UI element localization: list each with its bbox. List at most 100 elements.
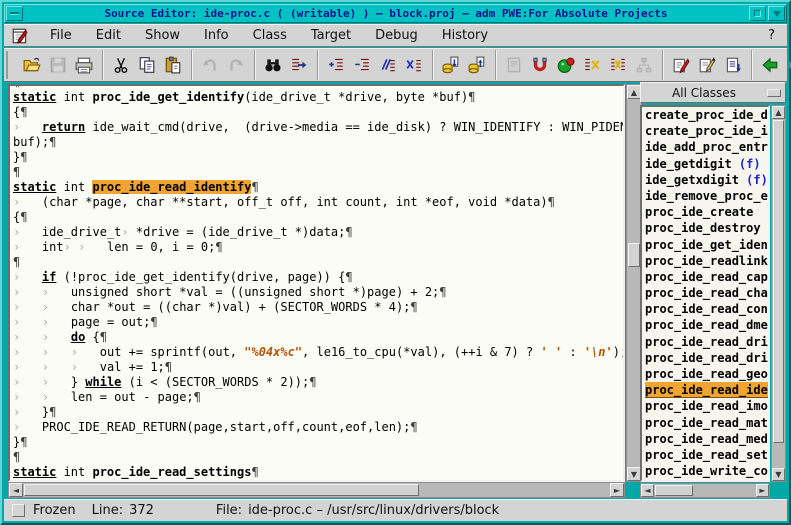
file-insert-down-button[interactable] xyxy=(438,52,464,78)
code-line: › }¶ xyxy=(13,405,623,420)
list-hscroll-thumb[interactable] xyxy=(655,485,693,496)
list-item[interactable]: proc_ide_write_co xyxy=(645,463,768,479)
code-line: › ide_drive_t› *drive = (ide_drive_t *)d… xyxy=(13,225,623,240)
merge-button[interactable] xyxy=(605,52,631,78)
indent-button[interactable] xyxy=(323,52,349,78)
list-item[interactable]: proc_ide_read_con xyxy=(645,301,768,317)
list-item[interactable]: proc_ide_read_mat xyxy=(645,415,768,431)
list-item[interactable]: proc_ide_read_dri xyxy=(645,350,768,366)
list-item-selected[interactable]: proc_ide_read_ide xyxy=(645,382,768,398)
cut-button[interactable] xyxy=(108,52,134,78)
list-item[interactable]: proc_ide_readlink xyxy=(645,253,768,269)
list-item[interactable]: proc_ide_read_cap xyxy=(645,269,768,285)
comment-button[interactable] xyxy=(375,52,401,78)
scroll-down-arrow[interactable]: ▼ xyxy=(627,467,641,481)
list-item[interactable]: proc_ide_destroy xyxy=(645,220,768,236)
maximize-button[interactable] xyxy=(749,6,766,21)
menu-history[interactable]: History xyxy=(430,26,500,45)
outdent-button[interactable] xyxy=(349,52,375,78)
list-item[interactable]: ide_getxdigit (f) xyxy=(645,172,768,188)
menu-edit[interactable]: Edit xyxy=(84,26,133,45)
list-item[interactable]: proc_ide_read_dme xyxy=(645,317,768,333)
list-scroll-left-arrow[interactable]: ◄ xyxy=(641,484,654,497)
find-button[interactable] xyxy=(260,52,286,78)
file-insert-up-button[interactable] xyxy=(464,52,490,78)
list-item[interactable]: proc_ide_write_dr xyxy=(645,479,768,482)
scroll-left-arrow[interactable]: ◄ xyxy=(9,483,23,497)
run-icon xyxy=(557,56,575,74)
help-menu[interactable]: ? xyxy=(756,26,787,45)
list-scroll-right-arrow[interactable]: ► xyxy=(756,484,769,497)
print-button[interactable] xyxy=(71,52,97,78)
menu-target[interactable]: Target xyxy=(299,26,363,45)
class-browser-panel: All Classes create_proc_ide_dcreate_proc… xyxy=(640,82,786,498)
toolbar-grip[interactable] xyxy=(6,51,8,79)
code-line: › › › val += 1;¶ xyxy=(13,360,623,375)
code-line: buf);¶ xyxy=(13,135,623,150)
copy-button[interactable] xyxy=(134,52,160,78)
magnet-button[interactable] xyxy=(527,52,553,78)
class-filter-header[interactable]: All Classes xyxy=(640,82,786,103)
list-item[interactable]: create_proc_ide_d xyxy=(645,107,768,123)
doc-export-button[interactable] xyxy=(720,52,746,78)
back-button[interactable] xyxy=(757,52,783,78)
list-horizontal-scrollbar[interactable]: ◄ ► xyxy=(640,483,770,498)
open-button[interactable] xyxy=(19,52,45,78)
shade-button[interactable] xyxy=(768,6,785,21)
scroll-up-arrow[interactable]: ▲ xyxy=(627,85,641,99)
list-item[interactable]: proc_ide_read_med xyxy=(645,431,768,447)
list-vscroll-thumb[interactable] xyxy=(773,120,784,443)
merge-icon xyxy=(609,56,627,74)
editor-vscroll-thumb[interactable] xyxy=(628,243,640,267)
list-item[interactable]: ide_add_proc_entr xyxy=(645,139,768,155)
list-item[interactable]: proc_ide_create xyxy=(645,204,768,220)
list-item[interactable]: proc_ide_get_iden xyxy=(645,237,768,253)
menu-show[interactable]: Show xyxy=(133,26,192,45)
class-list[interactable]: create_proc_ide_dcreate_proc_ide_iide_ad… xyxy=(640,105,770,482)
code-line: › › char *out = ((char *)val) + (SECTOR_… xyxy=(13,300,623,315)
list-scroll-up-arrow[interactable]: ▲ xyxy=(772,106,785,119)
compare-button[interactable] xyxy=(579,52,605,78)
window-menu-button[interactable] xyxy=(6,6,23,21)
code-line: › › page = out;¶ xyxy=(13,315,623,330)
list-vertical-scrollbar[interactable]: ▲ ▼ xyxy=(771,105,786,482)
run-button[interactable] xyxy=(553,52,579,78)
list-scroll-down-arrow[interactable]: ▼ xyxy=(772,468,785,481)
menu-items: FileEditShowInfoClassTargetDebugHistory xyxy=(38,28,500,43)
list-item[interactable]: proc_ide_read_geo xyxy=(645,366,768,382)
editor-horizontal-scrollbar[interactable]: ◄ ► xyxy=(8,482,625,498)
find-icon xyxy=(264,56,282,74)
list-item[interactable]: proc_ide_read_imo xyxy=(645,398,768,414)
code-line: }¶ xyxy=(13,435,623,450)
code-editor[interactable]: ¶static int proc_ide_get_identify(ide_dr… xyxy=(8,84,625,482)
open-icon xyxy=(23,56,41,74)
edit-doc-alt-button[interactable] xyxy=(694,52,720,78)
hierarchy-button xyxy=(631,52,657,78)
edit-doc-button[interactable] xyxy=(668,52,694,78)
paste-button[interactable] xyxy=(160,52,186,78)
list-item[interactable]: proc_ide_read_set xyxy=(645,447,768,463)
scroll-right-arrow[interactable]: ► xyxy=(610,483,624,497)
menu-class[interactable]: Class xyxy=(241,26,299,45)
menu-info[interactable]: Info xyxy=(192,26,241,45)
code-text: ¶static int proc_ide_get_identify(ide_dr… xyxy=(13,84,623,480)
editor-hscroll-thumb[interactable] xyxy=(24,484,419,496)
doc-generate-button xyxy=(501,52,527,78)
menu-debug[interactable]: Debug xyxy=(363,26,430,45)
uncomment-button[interactable] xyxy=(401,52,427,78)
list-item[interactable]: ide_remove_proc_e xyxy=(645,188,768,204)
magnet-icon xyxy=(531,56,549,74)
compare-icon xyxy=(583,56,601,74)
title-bar[interactable]: Source Editor: ide-proc.c ( (writable) )… xyxy=(4,4,787,23)
code-line: › (char *page, char **start, off_t off, … xyxy=(13,195,623,210)
goto-line-button[interactable] xyxy=(286,52,312,78)
menu-file[interactable]: File xyxy=(38,26,84,45)
list-item[interactable]: proc_ide_read_cha xyxy=(645,285,768,301)
code-line: › return ide_wait_cmd(drive, (drive->med… xyxy=(13,120,623,135)
source-editor-window: Source Editor: ide-proc.c ( (writable) )… xyxy=(0,0,791,525)
frozen-toggle[interactable] xyxy=(12,504,25,517)
back-icon xyxy=(761,56,779,74)
list-item[interactable]: create_proc_ide_i xyxy=(645,123,768,139)
list-item[interactable]: proc_ide_read_dri xyxy=(645,334,768,350)
list-item[interactable]: ide_getdigit (f) xyxy=(645,156,768,172)
